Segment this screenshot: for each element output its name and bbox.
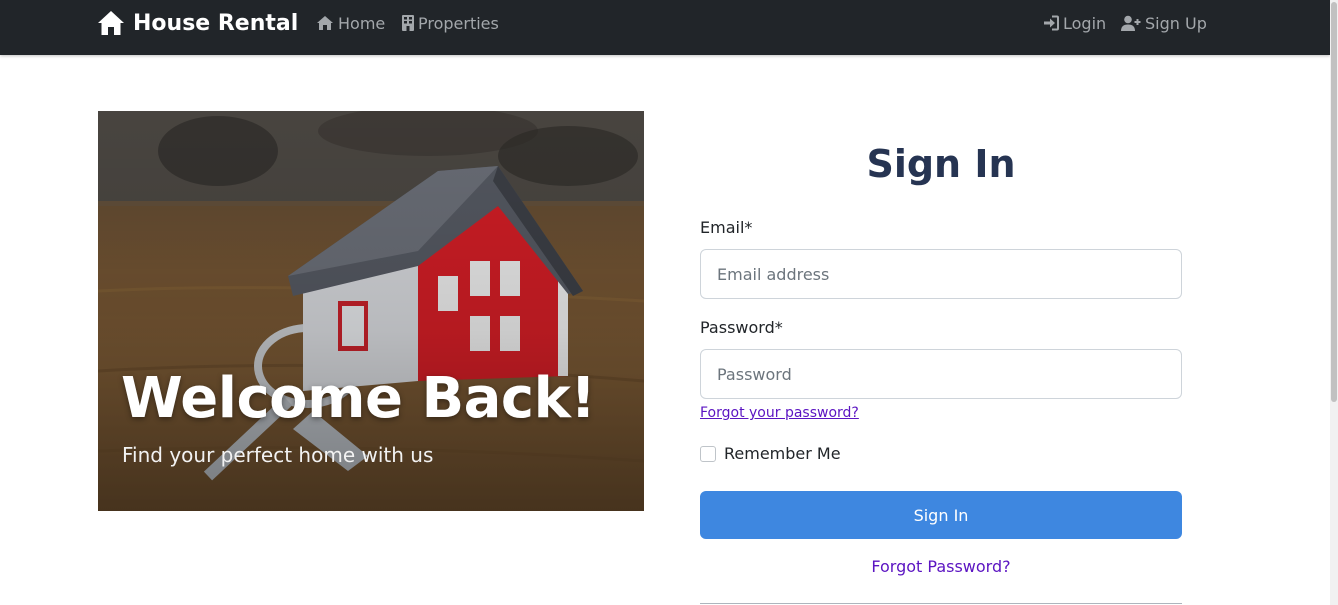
forgot-password-link[interactable]: Forgot Password?: [700, 557, 1182, 576]
remember-me-row[interactable]: Remember Me: [700, 444, 841, 463]
nav-home-label: Home: [338, 13, 386, 33]
password-label: Password*: [700, 318, 783, 337]
remember-me-checkbox[interactable]: [700, 445, 716, 462]
nav-signup-label: Sign Up: [1145, 13, 1207, 33]
hero-title: Welcome Back!: [121, 366, 596, 431]
brand-name: House Rental: [133, 10, 299, 36]
nav-signup-link[interactable]: Sign Up: [1121, 12, 1207, 34]
login-icon: [1044, 15, 1059, 31]
page-scrollbar[interactable]: [1330, 0, 1338, 605]
building-icon: [402, 15, 414, 31]
signin-title: Sign In: [866, 142, 1016, 186]
forgot-password-inline-link[interactable]: Forgot your password?: [700, 405, 859, 421]
nav-login-label: Login: [1063, 13, 1107, 33]
hero-subtitle: Find your perfect home with us: [122, 443, 434, 467]
divider: [700, 603, 1182, 604]
nav-login-link[interactable]: Login: [1043, 12, 1106, 34]
nav-properties-link[interactable]: Properties: [402, 12, 499, 34]
house-logo-icon: [98, 11, 124, 35]
house-icon: [317, 16, 333, 30]
user-plus-icon: [1121, 15, 1141, 31]
nav-properties-label: Properties: [418, 13, 499, 33]
password-field[interactable]: [700, 349, 1182, 399]
scrollbar-thumb[interactable]: [1331, 2, 1337, 402]
email-field[interactable]: [700, 249, 1182, 299]
hero-image-panel: Welcome Back! Find your perfect home wit…: [98, 111, 644, 511]
brand-link[interactable]: House Rental: [97, 8, 298, 38]
nav-home-link[interactable]: Home: [316, 12, 385, 34]
top-navbar: House Rental Home Properties Login Sign …: [0, 0, 1330, 55]
email-label: Email*: [700, 218, 753, 237]
sign-in-button[interactable]: Sign In: [700, 491, 1182, 539]
remember-me-label[interactable]: Remember Me: [724, 444, 841, 463]
